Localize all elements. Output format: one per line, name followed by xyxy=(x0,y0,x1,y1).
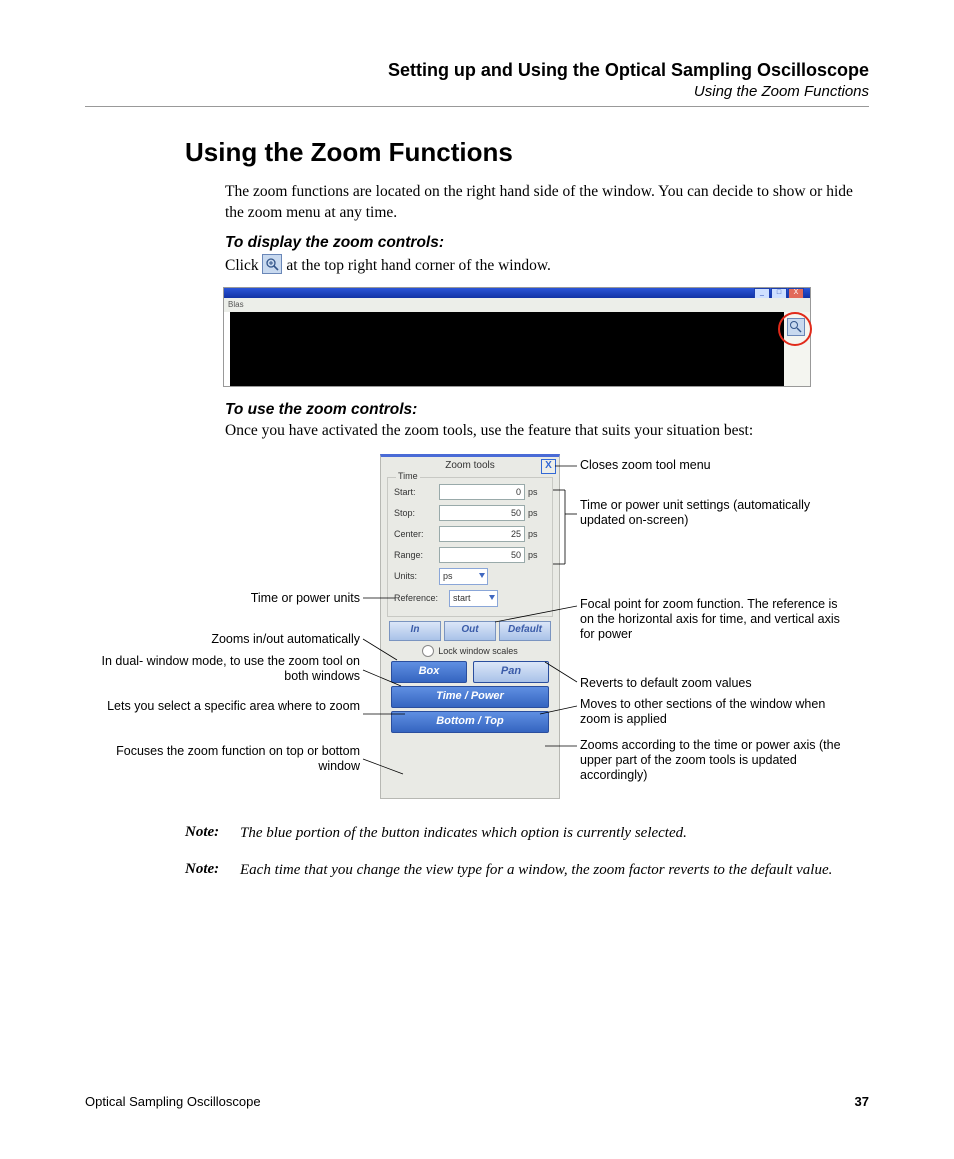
use-text: Once you have activated the zoom tools, … xyxy=(225,421,869,442)
callout-units: Time or power units xyxy=(85,591,360,606)
footer-doc-title: Optical Sampling Oscilloscope xyxy=(85,1094,261,1109)
zoom-in-button[interactable]: In xyxy=(389,621,441,641)
callout-close: Closes zoom tool menu xyxy=(580,458,711,473)
page-number: 37 xyxy=(855,1094,869,1109)
time-legend: Time xyxy=(396,471,420,481)
screenshot-window: _ □ X Blas xyxy=(223,287,811,387)
scope-display xyxy=(230,312,784,386)
stop-label: Stop: xyxy=(394,508,436,518)
note-label: Note: xyxy=(185,824,240,844)
units-select[interactable]: ps xyxy=(439,568,488,585)
display-pre: Click xyxy=(225,257,262,274)
center-label: Center: xyxy=(394,529,436,539)
reference-label: Reference: xyxy=(394,593,446,603)
zoom-icon xyxy=(262,254,282,274)
units-label: Units: xyxy=(394,571,436,581)
display-instruction: Click at the top right hand corner of th… xyxy=(225,254,869,277)
menubar: Blas xyxy=(224,298,810,312)
lock-label: Lock window scales xyxy=(438,646,518,656)
start-label: Start: xyxy=(394,487,436,497)
callout-box: Lets you select a specific area where to… xyxy=(85,699,360,714)
titlebar xyxy=(224,288,810,298)
callout-auto: Zooms in/out automatically xyxy=(85,632,360,647)
panel-title: Zoom tools xyxy=(445,460,494,471)
stop-unit: ps xyxy=(528,508,546,518)
display-post: at the top right hand corner of the wind… xyxy=(286,257,551,274)
display-heading: To display the zoom controls: xyxy=(225,234,869,252)
callout-bottomtop: Focuses the zoom function on top or bott… xyxy=(85,744,360,774)
note-1: Note: The blue portion of the button ind… xyxy=(185,824,869,844)
range-unit: ps xyxy=(528,550,546,560)
panel-close-button[interactable]: X xyxy=(541,459,556,474)
range-input[interactable]: 50 xyxy=(439,547,525,563)
center-unit: ps xyxy=(528,529,546,539)
note-2: Note: Each time that you change the view… xyxy=(185,861,869,881)
callout-pan: Moves to other sections of the window wh… xyxy=(580,697,830,727)
start-unit: ps xyxy=(528,487,546,497)
callout-reference: Focal point for zoom function. The refer… xyxy=(580,597,848,642)
chapter-title: Setting up and Using the Optical Samplin… xyxy=(85,60,869,81)
box-button[interactable]: Box xyxy=(391,661,467,683)
lock-scales-option[interactable]: Lock window scales xyxy=(381,645,559,657)
pan-button[interactable]: Pan xyxy=(473,661,549,683)
callout-default: Reverts to default zoom values xyxy=(580,676,752,691)
time-power-button[interactable]: Time / Power xyxy=(391,686,549,708)
zoom-out-button[interactable]: Out xyxy=(444,621,496,641)
reference-select[interactable]: start xyxy=(449,590,498,607)
page-title: Using the Zoom Functions xyxy=(185,137,869,168)
note-2-text: Each time that you change the view type … xyxy=(240,861,869,881)
zoom-tools-diagram: Zoom tools X Time Start: 0 ps Stop: 50 p… xyxy=(85,454,869,806)
note-1-text: The blue portion of the button indicates… xyxy=(240,824,869,844)
lock-radio[interactable] xyxy=(422,645,434,657)
highlight-circle xyxy=(778,312,812,346)
range-label: Range: xyxy=(394,550,436,560)
center-input[interactable]: 25 xyxy=(439,526,525,542)
section-subtitle: Using the Zoom Functions xyxy=(85,83,869,100)
note-label: Note: xyxy=(185,861,240,881)
stop-input[interactable]: 50 xyxy=(439,505,525,521)
callout-dual: In dual- window mode, to use the zoom to… xyxy=(85,654,360,684)
zoom-tools-panel: Zoom tools X Time Start: 0 ps Stop: 50 p… xyxy=(380,454,560,799)
callout-timepower: Zooms according to the time or power axi… xyxy=(580,738,865,783)
intro-text: The zoom functions are located on the ri… xyxy=(225,182,869,224)
time-group: Time Start: 0 ps Stop: 50 ps Center: 25 … xyxy=(387,477,553,617)
divider xyxy=(85,106,869,107)
bottom-top-button[interactable]: Bottom / Top xyxy=(391,711,549,733)
start-input[interactable]: 0 xyxy=(439,484,525,500)
default-button[interactable]: Default xyxy=(499,621,551,641)
use-heading: To use the zoom controls: xyxy=(225,401,869,419)
callout-settings: Time or power unit settings (automatical… xyxy=(580,498,830,528)
